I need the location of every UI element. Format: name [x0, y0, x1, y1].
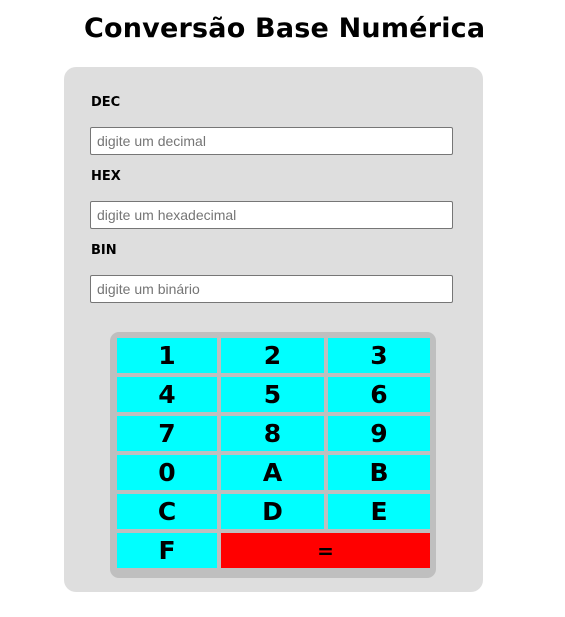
key-9[interactable]: 9: [328, 416, 430, 451]
key-5[interactable]: 5: [221, 377, 324, 412]
key-f[interactable]: F: [117, 533, 217, 568]
key-b[interactable]: B: [328, 455, 430, 490]
key-2[interactable]: 2: [221, 338, 324, 373]
key-c[interactable]: C: [117, 494, 217, 529]
hex-input[interactable]: [90, 201, 453, 229]
key-3[interactable]: 3: [328, 338, 430, 373]
key-1[interactable]: 1: [117, 338, 217, 373]
key-0[interactable]: 0: [117, 455, 217, 490]
bin-label: BIN: [91, 243, 117, 258]
key-4[interactable]: 4: [117, 377, 217, 412]
equals-button[interactable]: =: [221, 533, 430, 568]
key-d[interactable]: D: [221, 494, 324, 529]
hex-label: HEX: [91, 169, 121, 184]
keypad: 1 2 3 4 5 6 7 8 9 0 A B C D E F =: [110, 332, 436, 578]
page-title: Conversão Base Numérica: [84, 13, 486, 44]
bin-input[interactable]: [90, 275, 453, 303]
key-e[interactable]: E: [328, 494, 430, 529]
dec-label: DEC: [91, 95, 121, 110]
dec-input[interactable]: [90, 127, 453, 155]
converter-panel: DEC HEX BIN 1 2 3 4 5 6 7 8 9 0 A B C D …: [64, 67, 483, 592]
key-a[interactable]: A: [221, 455, 324, 490]
key-6[interactable]: 6: [328, 377, 430, 412]
key-8[interactable]: 8: [221, 416, 324, 451]
key-7[interactable]: 7: [117, 416, 217, 451]
